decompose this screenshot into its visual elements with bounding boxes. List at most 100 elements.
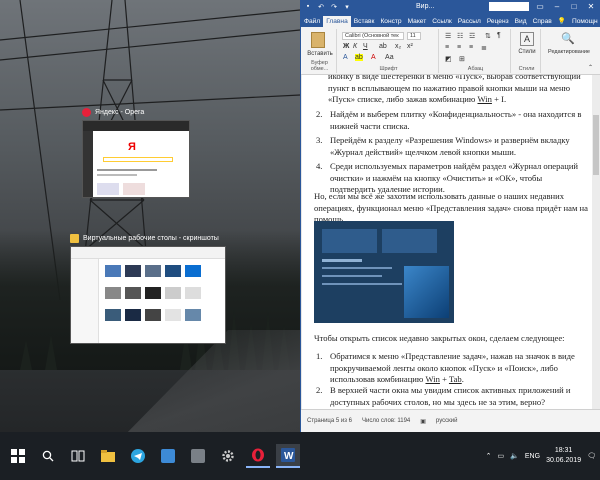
word-count[interactable]: Число слов: 1194: [362, 418, 410, 424]
paste-button[interactable]: Вставить: [303, 51, 337, 57]
maximize-icon[interactable]: □: [568, 2, 580, 11]
show-marks-icon[interactable]: ¶: [497, 32, 501, 39]
language-status[interactable]: русский: [436, 418, 458, 424]
align-center-icon[interactable]: ≡: [457, 44, 461, 51]
styles-group: A Стили Стили: [513, 29, 541, 73]
sort-icon[interactable]: ⇅: [485, 32, 491, 40]
tab-tell-me[interactable]: Помощн: [569, 16, 600, 27]
app-icon: [191, 449, 205, 463]
bullets-icon[interactable]: ☰: [445, 32, 451, 40]
blue-app-taskbar-button[interactable]: [156, 444, 180, 468]
explorer-thumbnail: [70, 246, 226, 344]
subscript-icon[interactable]: x₂: [395, 43, 401, 50]
tab-help[interactable]: Справ: [530, 16, 555, 27]
list-item: 2. Найдём и выберем плитку «Конфиденциал…: [316, 109, 582, 131]
proofing-icon[interactable]: ▣: [420, 418, 426, 425]
task-view-button[interactable]: [66, 444, 90, 468]
styles-button[interactable]: Стили: [513, 49, 541, 55]
volume-icon[interactable]: 🔈: [510, 452, 519, 460]
tab-references[interactable]: Ссылк: [429, 16, 455, 27]
save-icon[interactable]: ▪: [304, 3, 312, 11]
vertical-scrollbar[interactable]: [592, 75, 600, 409]
start-button[interactable]: [6, 444, 30, 468]
document-page[interactable]: иконку в виде шестеренки в меню «Пуск», …: [302, 75, 592, 409]
text-effects-icon[interactable]: A: [343, 54, 348, 61]
system-tray: ⌃ ▭ 🔈 ENG 18:31 30.06.2019 🗨: [486, 432, 596, 480]
paragraph-continued: иконку в виде шестеренки в меню «Пуск», …: [328, 75, 581, 104]
tab-view[interactable]: Вид: [512, 16, 530, 27]
clipboard-group-label: Буфер обме...: [310, 60, 329, 72]
editing-button[interactable]: Редактирование: [543, 49, 595, 55]
gray-app-taskbar-button[interactable]: [186, 444, 210, 468]
file-explorer-icon: [101, 450, 115, 462]
search-taskbar-button[interactable]: [36, 444, 60, 468]
status-bar: Страница 5 из 6 Число слов: 1194 ▣ русск…: [301, 409, 600, 432]
styles-icon[interactable]: A: [520, 32, 534, 46]
justify-icon[interactable]: ≣: [481, 44, 487, 52]
tab-review[interactable]: Реценз: [484, 16, 512, 27]
font-color-icon[interactable]: A: [371, 54, 376, 61]
gear-icon: [222, 450, 234, 462]
tab-layout[interactable]: Макет: [405, 16, 430, 27]
shading-icon[interactable]: ◩: [445, 55, 452, 63]
underline-button[interactable]: Ч: [363, 43, 368, 50]
editing-group: 🔍 Редактирование ⌃: [543, 29, 595, 73]
tab-file[interactable]: Файл: [301, 16, 323, 27]
close-icon[interactable]: ✕: [585, 2, 597, 11]
task-view-icon: [71, 450, 85, 462]
strikethrough-icon[interactable]: ab: [379, 43, 387, 50]
task-view-window-explorer[interactable]: Виртуальные рабочие столы - скриншоты: [70, 230, 226, 344]
paste-icon[interactable]: [311, 32, 325, 48]
telegram-taskbar-button[interactable]: [126, 444, 150, 468]
align-left-icon[interactable]: ≡: [445, 44, 449, 51]
highlight-icon[interactable]: ab: [355, 54, 363, 61]
bold-button[interactable]: Ж: [343, 43, 349, 50]
embedded-screenshot: [314, 221, 454, 323]
settings-taskbar-button[interactable]: [216, 444, 240, 468]
word-window[interactable]: ▪ ↶ ↷ ▾ Вир... ▭ – □ ✕ Файл Главна Встав…: [300, 0, 600, 432]
borders-icon[interactable]: ⊞: [459, 55, 465, 63]
font-size-box[interactable]: 11: [407, 32, 421, 40]
italic-button[interactable]: К: [353, 43, 357, 50]
customize-qat-icon[interactable]: ▾: [343, 3, 351, 11]
redo-icon[interactable]: ↷: [330, 3, 338, 11]
tab-home[interactable]: Главна: [323, 16, 351, 27]
clock-time: 18:31: [554, 447, 573, 454]
opera-icon: [82, 107, 91, 117]
tell-me-icon[interactable]: 💡: [555, 15, 569, 27]
list-item: 1. Обратимся к меню «Представление задач…: [316, 351, 575, 384]
keyboard-language[interactable]: ENG: [525, 453, 540, 460]
tab-design[interactable]: Констр: [377, 16, 404, 27]
search-box[interactable]: [489, 2, 529, 11]
tab-mailings[interactable]: Рассыл: [455, 16, 484, 27]
collapse-ribbon-icon[interactable]: ⌃: [588, 64, 593, 71]
opera-taskbar-button[interactable]: [246, 444, 270, 468]
minimize-icon[interactable]: –: [551, 2, 563, 11]
tab-insert[interactable]: Вставк: [351, 16, 378, 27]
clock-date: 30.06.2019: [546, 457, 582, 464]
search-icon[interactable]: 🔍: [561, 32, 575, 45]
explorer-taskbar-button[interactable]: [96, 444, 120, 468]
numbering-icon[interactable]: ☷: [457, 32, 463, 40]
task-view-title-text: Виртуальные рабочие столы - скриншоты: [83, 234, 219, 242]
task-view-window-opera[interactable]: Яндекс - Opera Я: [82, 104, 190, 198]
folder-icon: [70, 233, 79, 243]
network-icon[interactable]: ▭: [498, 452, 505, 460]
page-count[interactable]: Страница 5 из 6: [307, 418, 352, 424]
paragraph-group: ☰ ☷ ☲ ⇅ ¶ ≡ ≡ ≡ ≣ ◩ ⊞ Абзац: [441, 29, 511, 73]
multilevel-list-icon[interactable]: ☲: [469, 32, 475, 40]
shortcut-key: Win: [477, 94, 492, 104]
change-case-icon[interactable]: Аа: [385, 54, 394, 61]
notifications-icon[interactable]: 🗨: [587, 452, 596, 460]
chevron-up-icon[interactable]: ⌃: [486, 452, 492, 460]
word-titlebar: ▪ ↶ ↷ ▾ Вир... ▭ – □ ✕: [301, 0, 600, 13]
font-group: Calibri (Основной тек 11 Ж К Ч ab x₂ x² …: [339, 29, 439, 73]
taskbar: W ⌃ ▭ 🔈 ENG 18:31 30.06.2019 🗨: [0, 432, 600, 480]
undo-icon[interactable]: ↶: [317, 3, 325, 11]
word-taskbar-button[interactable]: W: [276, 444, 300, 468]
font-name-box[interactable]: Calibri (Основной тек: [342, 32, 404, 40]
ribbon-display-icon[interactable]: ▭: [534, 2, 546, 11]
superscript-icon[interactable]: x²: [407, 43, 413, 50]
align-right-icon[interactable]: ≡: [469, 44, 473, 51]
clock[interactable]: 18:31 30.06.2019: [546, 446, 581, 466]
